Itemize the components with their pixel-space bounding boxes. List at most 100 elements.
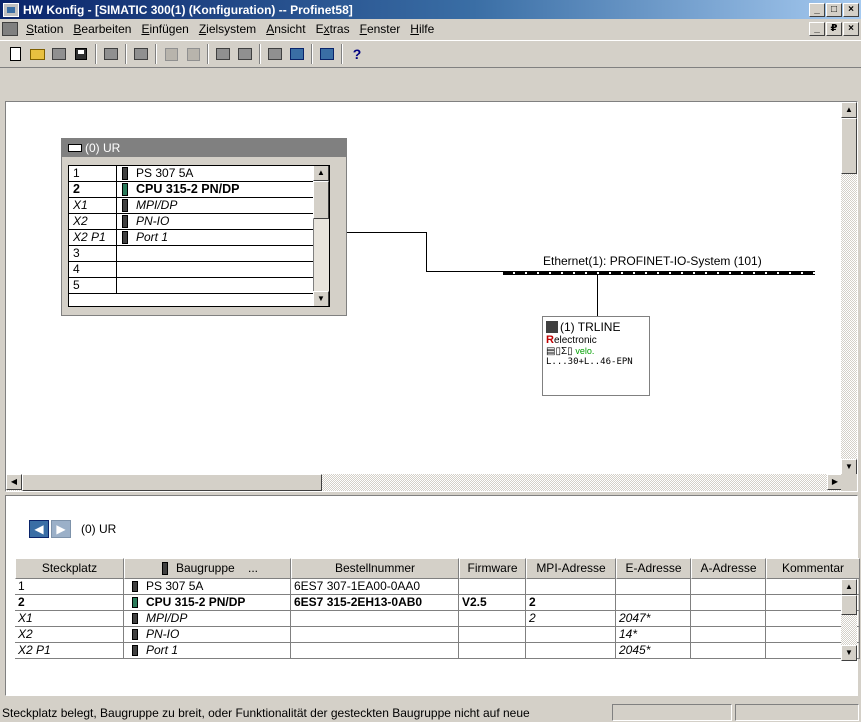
menu-bar: Station Bearbeiten Einfügen Zielsystem A… [0, 19, 861, 39]
scroll-down-button[interactable]: ▼ [841, 459, 857, 475]
scroll-thumb[interactable] [841, 118, 857, 174]
catalog-icon[interactable] [264, 43, 286, 65]
print-icon[interactable] [130, 43, 152, 65]
rack-row[interactable]: 4 [69, 262, 329, 278]
toolbar-separator [311, 44, 313, 64]
table-header: Steckplatz Baugruppe ... Bestellnummer F… [15, 558, 860, 579]
module-icon [161, 562, 168, 576]
menu-extras[interactable]: Extras [311, 22, 355, 36]
doc-close-button[interactable]: × [843, 22, 859, 36]
table-row[interactable]: X2 PN-IO 14* [15, 627, 860, 643]
rack-row[interactable]: 5 [69, 278, 329, 294]
download-icon[interactable] [212, 43, 234, 65]
scroll-up-button[interactable]: ▲ [841, 102, 857, 118]
module-icon [132, 645, 138, 657]
table-row[interactable]: X2 P1 Port 1 2045* [15, 643, 860, 659]
table-vertical-scrollbar[interactable]: ▲ ▼ [841, 579, 857, 661]
station-view[interactable]: (0) UR 1 PS 307 5A 2 CPU 315-2 PN/DP X1 … [5, 101, 858, 492]
upload-icon[interactable] [234, 43, 256, 65]
rack-row[interactable]: 2 CPU 315-2 PN/DP [69, 182, 329, 198]
rack-ur[interactable]: (0) UR 1 PS 307 5A 2 CPU 315-2 PN/DP X1 … [61, 138, 347, 316]
document-icon[interactable] [2, 22, 18, 36]
compile-icon[interactable] [100, 43, 122, 65]
back-arrow-icon[interactable]: ◀ [29, 520, 49, 538]
title-bar: HW Konfig - [SIMATIC 300(1) (Konfigurati… [0, 0, 861, 19]
forward-arrow-icon[interactable]: ▶ [51, 520, 71, 538]
detail-view[interactable]: ◀ ▶ (0) UR Steckplatz Baugruppe ... Best… [5, 495, 860, 696]
rack-row[interactable]: X1 MPI/DP [69, 198, 329, 214]
table-row[interactable]: X1 MPI/DP 2 2047* [15, 611, 860, 627]
connection-line [426, 232, 427, 272]
save-icon[interactable] [70, 43, 92, 65]
close-button[interactable]: × [843, 2, 859, 17]
rack-row[interactable]: X2 P1 Port 1 [69, 230, 329, 246]
network-icon[interactable] [48, 43, 70, 65]
col-a-adresse[interactable]: A-Adresse [691, 558, 766, 579]
scroll-thumb[interactable] [841, 595, 857, 615]
encoder-icon: ▤▯Σ▯ [546, 346, 573, 357]
doc-restore-button[interactable]: ₽ [826, 22, 842, 36]
col-mpi-adresse[interactable]: MPI-Adresse [526, 558, 616, 579]
netpro-icon[interactable] [316, 43, 338, 65]
new-icon[interactable] [4, 43, 26, 65]
config-icon[interactable] [286, 43, 308, 65]
scroll-up-button[interactable]: ▲ [313, 166, 329, 181]
app-icon [3, 2, 19, 17]
col-bestellnummer[interactable]: Bestellnummer [291, 558, 459, 579]
minimize-button[interactable]: _ [809, 2, 825, 17]
toolbar-separator [259, 44, 261, 64]
scroll-corner [841, 474, 857, 491]
rack-header[interactable]: (0) UR [62, 139, 346, 157]
rack-row[interactable]: X2 PN-IO [69, 214, 329, 230]
doc-minimize-button[interactable]: _ [809, 22, 825, 36]
col-e-adresse[interactable]: E-Adresse [616, 558, 691, 579]
profinet-bus[interactable] [503, 271, 815, 275]
device-icon [546, 321, 558, 333]
module-icon [122, 215, 128, 228]
rack-slot-table[interactable]: 1 PS 307 5A 2 CPU 315-2 PN/DP X1 MPI/DP … [68, 165, 330, 307]
menu-fenster[interactable]: Fenster [355, 22, 406, 36]
menu-bearbeiten[interactable]: Bearbeiten [68, 22, 136, 36]
table-row[interactable]: 2 CPU 315-2 PN/DP 6ES7 315-2EH13-0AB0 V2… [15, 595, 860, 611]
open-icon[interactable] [26, 43, 48, 65]
menu-hilfe[interactable]: Hilfe [405, 22, 439, 36]
scroll-down-button[interactable]: ▼ [313, 291, 329, 306]
module-icon [132, 629, 138, 641]
connection-line [426, 271, 504, 272]
rack-icon [68, 144, 82, 152]
help-icon[interactable]: ? [346, 43, 368, 65]
scroll-thumb[interactable] [313, 181, 329, 219]
copy-icon[interactable] [160, 43, 182, 65]
menu-zielsystem[interactable]: Zielsystem [194, 22, 261, 36]
module-icon [132, 581, 138, 593]
module-table[interactable]: Steckplatz Baugruppe ... Bestellnummer F… [15, 558, 860, 659]
station-horizontal-scrollbar[interactable]: ◀ ▶ [6, 474, 843, 491]
col-firmware[interactable]: Firmware [459, 558, 526, 579]
table-row[interactable]: 1 PS 307 5A 6ES7 307-1EA00-0AA0 [15, 579, 860, 595]
toolbar: ? [0, 40, 861, 68]
scroll-thumb[interactable] [22, 474, 322, 491]
io-device-trline[interactable]: (1) TRLINE Relectronic ▤▯Σ▯ velo. L...30… [542, 316, 650, 396]
module-icon [132, 613, 138, 625]
col-kommentar[interactable]: Kommentar [766, 558, 860, 579]
scroll-left-button[interactable]: ◀ [6, 474, 22, 490]
rack-label: (0) UR [81, 522, 117, 536]
station-vertical-scrollbar[interactable]: ▲ ▼ [841, 102, 857, 475]
rack-scrollbar[interactable]: ▲ ▼ [313, 166, 329, 306]
paste-icon[interactable] [182, 43, 204, 65]
col-steckplatz[interactable]: Steckplatz [15, 558, 124, 579]
toolbar-separator [155, 44, 157, 64]
status-panel [735, 704, 859, 721]
network-label: Ethernet(1): PROFINET-IO-System (101) [543, 254, 762, 268]
rack-row[interactable]: 1 PS 307 5A [69, 166, 329, 182]
scroll-down-button[interactable]: ▼ [841, 645, 857, 661]
toolbar-separator [125, 44, 127, 64]
menu-einfuegen[interactable]: Einfügen [136, 22, 193, 36]
col-baugruppe[interactable]: Baugruppe ... [124, 558, 291, 579]
toolbar-separator [341, 44, 343, 64]
maximize-button[interactable]: □ [826, 2, 842, 17]
menu-station[interactable]: Station [21, 22, 68, 36]
menu-ansicht[interactable]: Ansicht [261, 22, 310, 36]
scroll-up-button[interactable]: ▲ [841, 579, 857, 595]
rack-row[interactable]: 3 [69, 246, 329, 262]
